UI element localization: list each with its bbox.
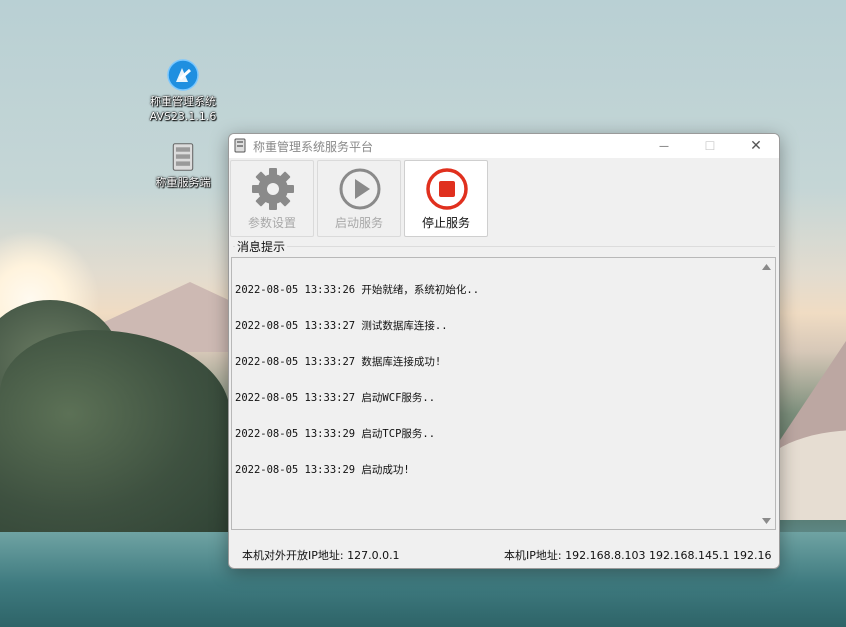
start-service-label: 启动服务: [334, 216, 383, 230]
log-line: 2022-08-05 13:33:26 开始就绪，系统初始化..: [235, 284, 480, 296]
message-group-label: 消息提示: [235, 238, 288, 255]
desktop-icon-sublabel: AVS23.1.1.6: [149, 110, 217, 123]
log-line: 2022-08-05 13:33:27 数据库连接成功!: [235, 356, 442, 368]
server-icon: [172, 143, 194, 171]
stop-service-label: 停止服务: [421, 216, 470, 230]
message-log[interactable]: 2022-08-05 13:33:26 开始就绪，系统初始化.. 2022-08…: [231, 257, 776, 530]
desktop-icon-weighing-server[interactable]: 称重服务端: [138, 141, 228, 190]
stop-service-button[interactable]: 停止服务: [404, 160, 488, 237]
local-ip-text: 本机IP地址: 192.168.8.103 192.168.145.1 192.…: [504, 549, 772, 562]
minimize-icon: —: [659, 140, 669, 152]
maximize-icon: ☐: [704, 139, 716, 153]
gear-icon: [252, 168, 294, 210]
close-icon: ✕: [750, 138, 762, 154]
log-line: 2022-08-05 13:33:27 测试数据库连接..: [235, 320, 448, 332]
title-bar[interactable]: 称重管理系统服务平台 — ☐ ✕: [229, 134, 779, 158]
app-logo-icon: [167, 59, 199, 91]
group-divider: [233, 246, 775, 247]
desktop-icon-label: 称重管理系统: [150, 95, 216, 108]
maximize-button[interactable]: ☐: [687, 134, 733, 158]
close-button[interactable]: ✕: [733, 134, 779, 158]
log-lines: 2022-08-05 13:33:26 开始就绪，系统初始化.. 2022-08…: [235, 260, 479, 500]
forest: [0, 330, 230, 540]
status-bar: 本机对外开放IP地址: 127.0.0.1 本机IP地址: 192.168.8.…: [229, 534, 779, 568]
desktop-icon-label: 称重服务端: [155, 176, 211, 189]
vertical-scrollbar[interactable]: [758, 258, 775, 529]
log-line: 2022-08-05 13:33:29 启动成功!: [235, 464, 410, 476]
log-line: 2022-08-05 13:33:29 启动TCP服务..: [235, 428, 436, 440]
stop-icon: [426, 168, 468, 210]
desktop-icon-weighing-system[interactable]: 称重管理系统 AVS23.1.1.6: [138, 58, 228, 124]
play-icon: [339, 168, 381, 210]
window-app-icon: [234, 138, 246, 153]
start-service-button[interactable]: 启动服务: [317, 160, 401, 237]
settings-button[interactable]: 参数设置: [230, 160, 314, 237]
minimize-button[interactable]: —: [641, 134, 687, 158]
server-platform-window: 称重管理系统服务平台 — ☐ ✕ 参数设置 启动服务 停止服务 消息提示 202…: [228, 133, 780, 569]
open-ip-text: 本机对外开放IP地址: 127.0.0.1: [242, 549, 400, 562]
log-line: 2022-08-05 13:33:27 启动WCF服务..: [235, 392, 436, 404]
scroll-up-button[interactable]: [758, 258, 775, 275]
settings-label: 参数设置: [247, 216, 296, 230]
triangle-up-icon: [762, 263, 771, 270]
scroll-down-button[interactable]: [758, 512, 775, 529]
window-title: 称重管理系统服务平台: [253, 140, 374, 154]
triangle-down-icon: [762, 517, 771, 524]
